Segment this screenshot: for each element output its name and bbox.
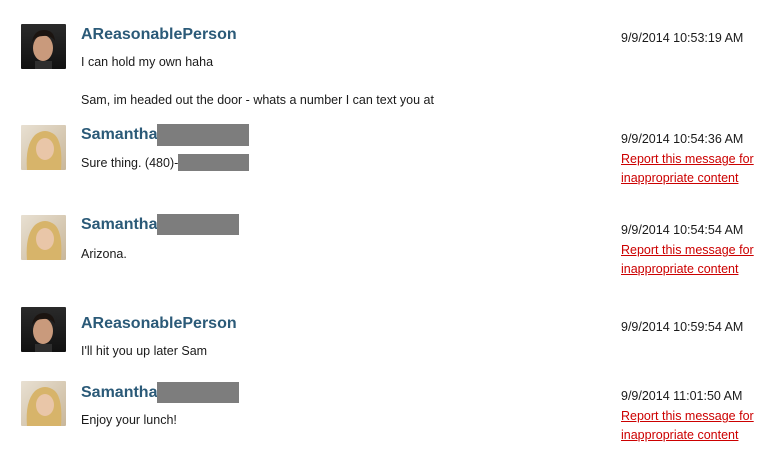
message-text: Sure thing. (480)-	[81, 154, 250, 171]
message-text-content: Sure thing. (480)-	[81, 155, 179, 170]
message-text: Sam, im headed out the door - whats a nu…	[81, 93, 434, 107]
avatar[interactable]	[21, 125, 66, 170]
timestamp: 9/9/2014 10:54:54 AM	[621, 223, 744, 237]
avatar[interactable]	[21, 215, 66, 260]
message-text: Arizona.	[81, 247, 127, 261]
female-avatar-icon	[21, 125, 66, 170]
sender-name-text: Samantha	[81, 215, 158, 233]
female-avatar-icon	[21, 215, 66, 260]
timestamp: 9/9/2014 10:59:54 AM	[621, 320, 744, 334]
sender-name[interactable]: AReasonablePerson	[81, 315, 237, 333]
avatar[interactable]	[21, 307, 66, 352]
timestamp: 9/9/2014 10:54:36 AM	[621, 132, 744, 146]
avatar[interactable]	[21, 381, 66, 426]
sender-name[interactable]: AReasonablePerson	[81, 26, 237, 44]
message-text: I can hold my own haha	[81, 55, 214, 69]
redaction-block	[157, 382, 240, 403]
redaction-block	[157, 214, 240, 235]
redaction-block	[157, 124, 250, 146]
report-link[interactable]: Report this message for inappropriate co…	[621, 150, 771, 188]
sender-name-text: Samantha	[81, 126, 158, 143]
redaction-block	[178, 154, 250, 171]
sender-name[interactable]: Samantha	[81, 214, 240, 235]
male-avatar-icon	[21, 307, 66, 352]
timestamp: 9/9/2014 10:53:19 AM	[621, 31, 744, 45]
sender-name[interactable]: Samantha	[81, 124, 250, 146]
message-text: Enjoy your lunch!	[81, 413, 177, 427]
sender-name-text: Samantha	[81, 383, 158, 401]
report-link[interactable]: Report this message for inappropriate co…	[621, 407, 771, 445]
sender-name-text: AReasonablePerson	[81, 26, 237, 43]
message-text: I'll hit you up later Sam	[81, 344, 208, 358]
male-avatar-icon	[21, 24, 66, 69]
report-link[interactable]: Report this message for inappropriate co…	[621, 241, 771, 279]
sender-name[interactable]: Samantha	[81, 382, 240, 403]
timestamp: 9/9/2014 11:01:50 AM	[621, 389, 743, 403]
avatar[interactable]	[21, 24, 66, 69]
sender-name-text: AReasonablePerson	[81, 315, 237, 332]
female-avatar-icon	[21, 381, 66, 426]
